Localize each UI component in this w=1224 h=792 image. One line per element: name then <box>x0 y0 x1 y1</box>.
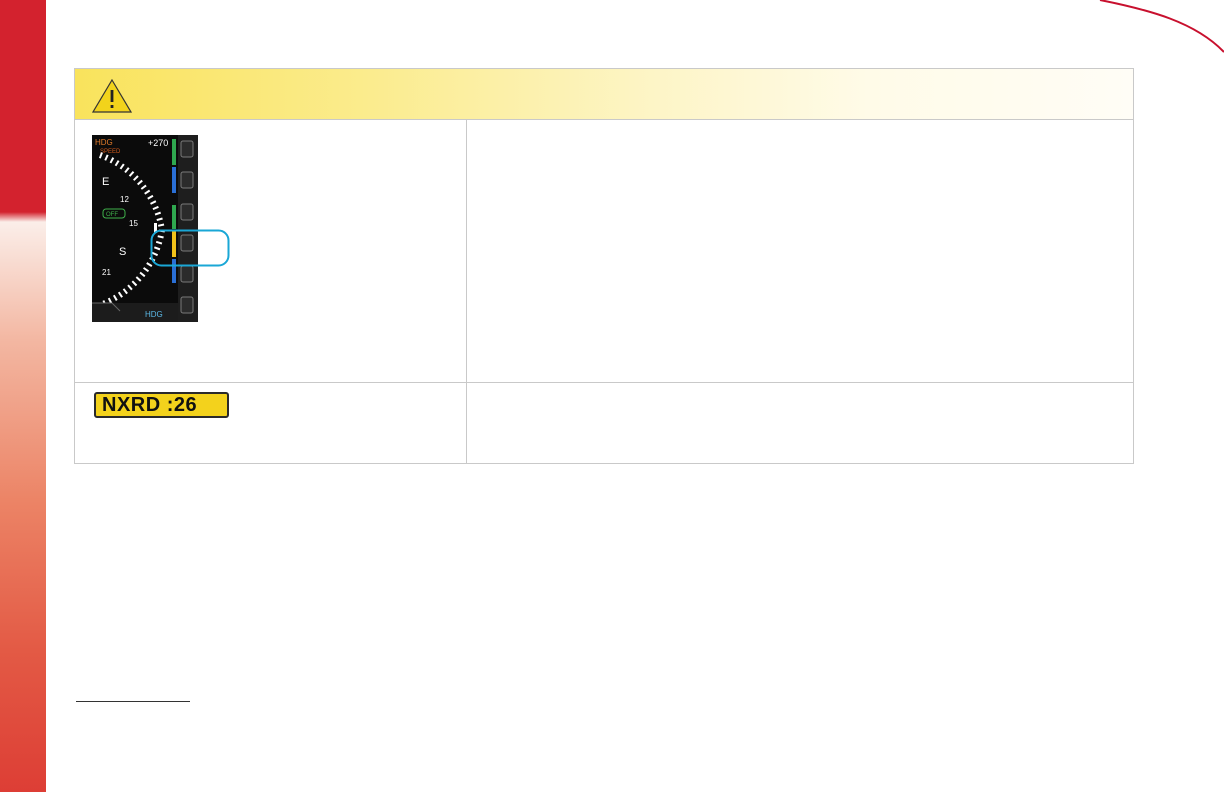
warning-triangle-icon <box>92 79 132 113</box>
display-description-cell <box>467 120 1133 382</box>
compass-label-s: S <box>119 246 126 258</box>
nxrd-description-cell <box>467 383 1133 463</box>
warning-header <box>75 69 1133 120</box>
compass-label-21: 21 <box>102 268 111 277</box>
warning-table: HDG SPEED +270 E 12 15 S 21 OFF HDG NXRD… <box>74 68 1134 464</box>
footnote-separator <box>76 701 190 702</box>
compass-label-15: 15 <box>129 219 138 228</box>
corner-decoration <box>1099 0 1224 53</box>
display-image-cell: HDG SPEED +270 E 12 15 S 21 OFF HDG <box>75 120 467 382</box>
compass-label-e: E <box>102 176 109 188</box>
display-bug-chip: OFF <box>106 212 118 218</box>
nxrd-badge-cell: NXRD :26 <box>75 383 467 463</box>
button-highlight-outline <box>150 229 230 267</box>
compass-label-12: 12 <box>120 195 129 204</box>
page-edge-bar <box>0 0 46 792</box>
display-speed-label: SPEED <box>100 149 121 155</box>
display-value-readout: +270 <box>148 138 168 148</box>
display-bottom-label: HDG <box>145 310 163 319</box>
display-hdg-label: HDG <box>95 138 113 147</box>
nxrd-status-badge: NXRD :26 <box>94 392 229 418</box>
